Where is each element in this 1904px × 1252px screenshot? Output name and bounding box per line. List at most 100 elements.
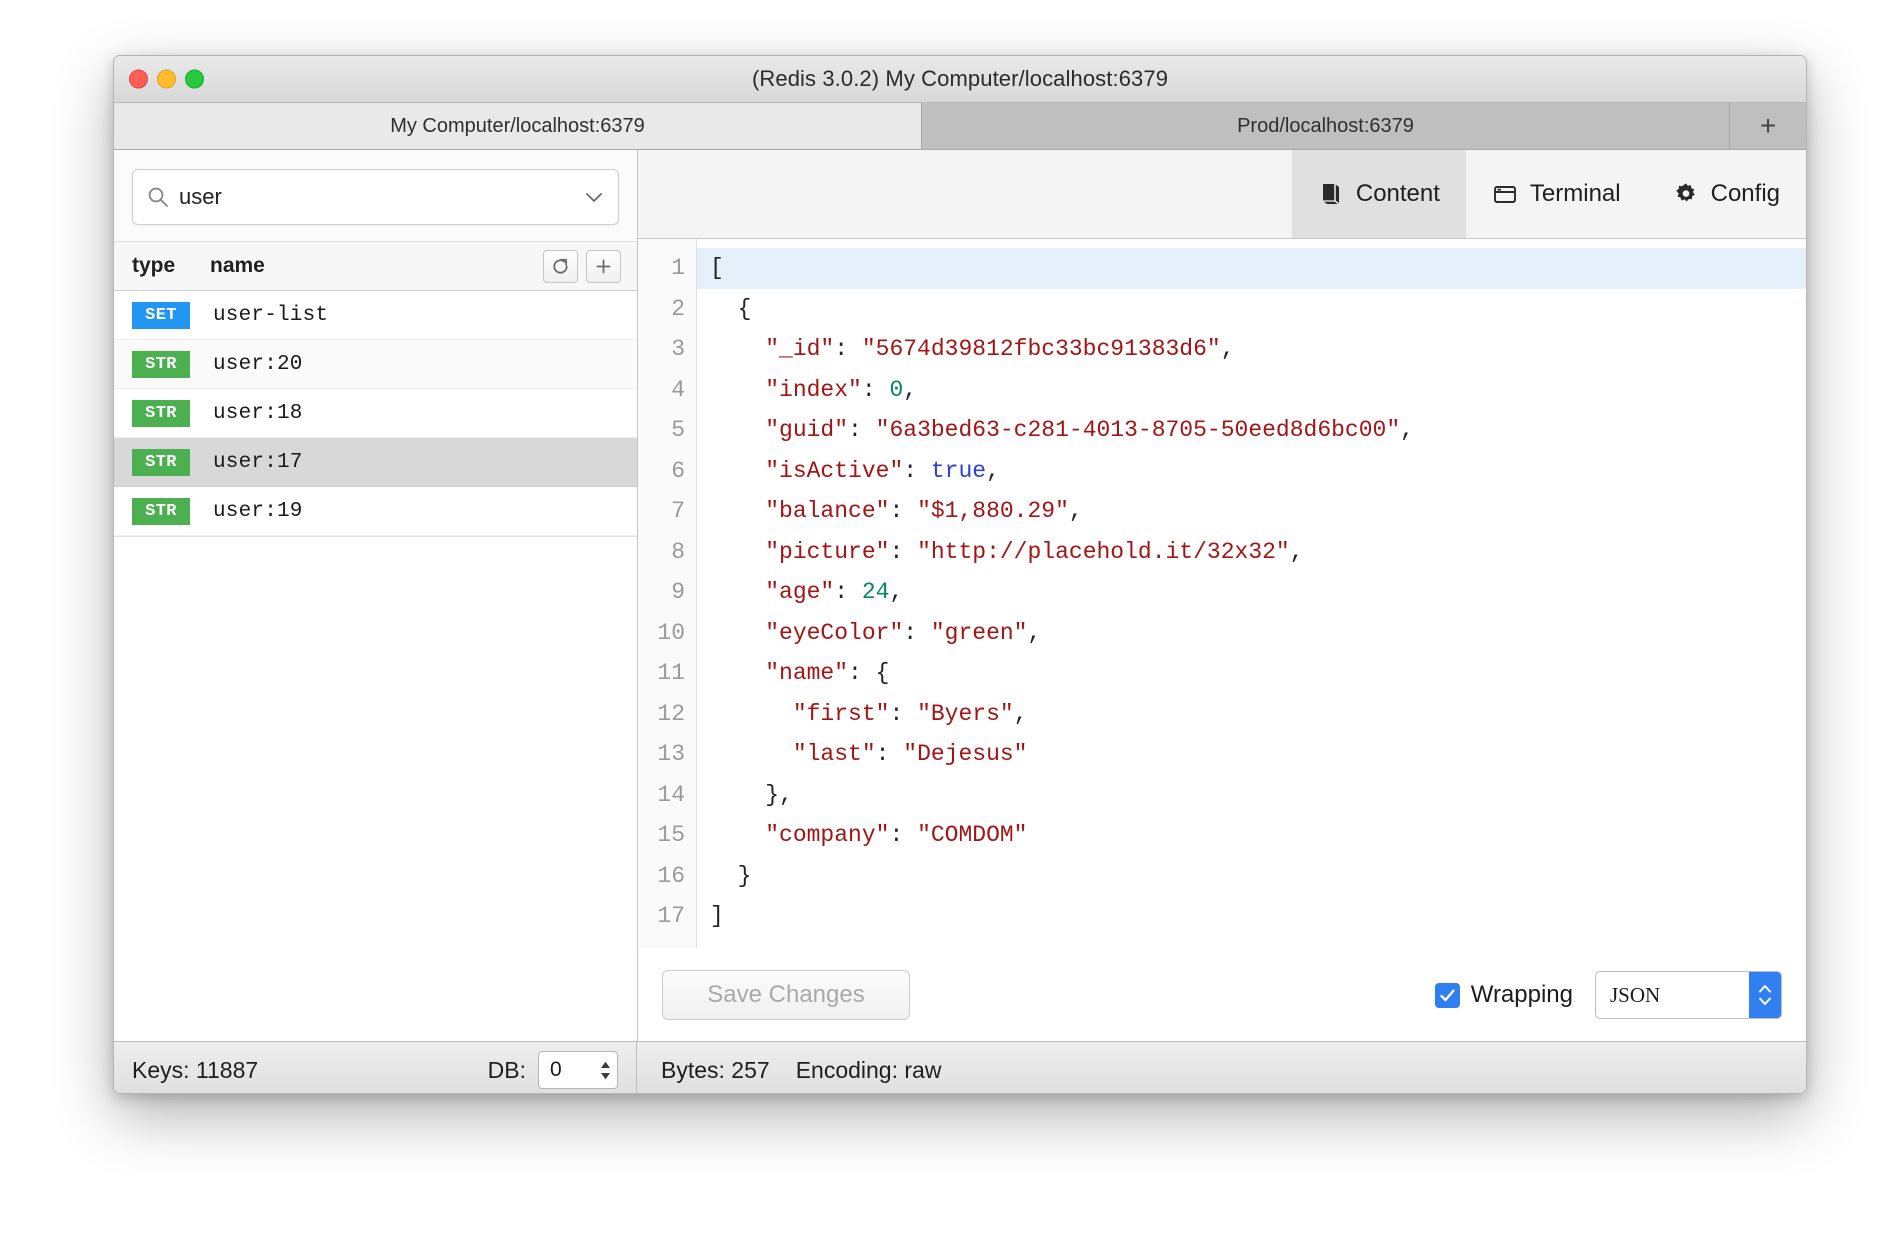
code-line[interactable]: "name": { bbox=[697, 653, 1806, 694]
code-content[interactable]: [ { "_id": "5674d39812fbc33bc91383d6", "… bbox=[697, 239, 1806, 948]
line-number: 6 bbox=[671, 457, 685, 484]
code-line[interactable]: }, bbox=[697, 775, 1806, 816]
window-title: (Redis 3.0.2) My Computer/localhost:6379 bbox=[751, 66, 1169, 91]
line-number: 8 bbox=[671, 538, 685, 565]
save-changes-button[interactable]: Save Changes bbox=[662, 970, 910, 1020]
tab-terminal[interactable]: Terminal bbox=[1466, 150, 1647, 238]
code-line[interactable]: { bbox=[697, 289, 1806, 330]
keys-list-toolbar bbox=[543, 249, 621, 283]
line-number: 4 bbox=[671, 376, 685, 403]
json-editor[interactable]: 1 2 3 4 5 6 7 8 9 10 11 12 13 14 15 16 1… bbox=[638, 239, 1806, 948]
chevron-down-icon[interactable] bbox=[584, 187, 604, 207]
code-line[interactable]: [ bbox=[697, 248, 1806, 289]
search-box[interactable]: user bbox=[132, 169, 619, 225]
column-header-name: name bbox=[210, 254, 265, 277]
db-select-value: 0 bbox=[550, 1058, 562, 1081]
plus-icon bbox=[596, 259, 611, 273]
table-row[interactable]: STR user:19 bbox=[114, 487, 637, 536]
code-line[interactable]: "_id": "5674d39812fbc33bc91383d6", bbox=[697, 329, 1806, 370]
status-bar-left: Keys: 11887 DB: 0 bbox=[114, 1042, 637, 1093]
chevron-down-icon bbox=[1759, 997, 1771, 1005]
code-line[interactable]: "last": "Dejesus" bbox=[697, 734, 1806, 775]
format-stepper[interactable] bbox=[1749, 972, 1781, 1018]
table-row-selected[interactable]: STR user:17 bbox=[114, 438, 637, 487]
app-root: (Redis 3.0.2) My Computer/localhost:6379… bbox=[0, 0, 1904, 1252]
line-number: 13 bbox=[657, 741, 685, 767]
add-connection-tab-button[interactable]: + bbox=[1730, 103, 1806, 149]
search-input[interactable]: user bbox=[179, 184, 584, 210]
key-name: user:17 bbox=[213, 450, 303, 474]
format-select[interactable]: JSON bbox=[1595, 971, 1782, 1019]
refresh-icon bbox=[553, 258, 568, 274]
status-bar-right: Bytes: 257 Encoding: raw bbox=[637, 1057, 1806, 1084]
caret-down-icon bbox=[600, 1072, 610, 1079]
line-number: 3 bbox=[671, 336, 685, 362]
line-number: 11 bbox=[657, 660, 685, 686]
keys-list-empty-area bbox=[114, 536, 637, 537]
keys-list[interactable]: SET user-list STR user:20 STR user:18 ST… bbox=[114, 291, 637, 1041]
code-line[interactable]: "eyeColor": "green", bbox=[697, 613, 1806, 654]
code-line[interactable]: "guid": "6a3bed63-c281-4013-8705-50eed8d… bbox=[697, 410, 1806, 451]
code-line[interactable]: ] bbox=[697, 896, 1806, 937]
maximize-button[interactable] bbox=[185, 69, 204, 89]
key-name: user-list bbox=[213, 303, 329, 327]
refresh-keys-button[interactable] bbox=[543, 249, 578, 283]
title-bar: (Redis 3.0.2) My Computer/localhost:6379 bbox=[114, 56, 1806, 103]
connection-tab-my-computer[interactable]: My Computer/localhost:6379 bbox=[114, 103, 922, 149]
close-button[interactable] bbox=[129, 69, 148, 89]
table-row[interactable]: SET user-list bbox=[114, 291, 637, 340]
code-line[interactable]: "isActive": true, bbox=[697, 451, 1806, 492]
detail-pane: Content Terminal Config 1 2 3 4 5 6 7 8 … bbox=[638, 150, 1806, 1041]
db-select[interactable]: 0 bbox=[538, 1051, 618, 1089]
gear-icon bbox=[1673, 181, 1699, 207]
caret-up-icon bbox=[600, 1061, 610, 1068]
status-badge: STR bbox=[132, 350, 190, 378]
connection-tab-label: My Computer/localhost:6379 bbox=[390, 114, 645, 137]
line-number: 9 bbox=[671, 579, 685, 605]
status-badge: SET bbox=[132, 301, 190, 329]
line-number: 14 bbox=[657, 781, 685, 808]
bytes-label: Bytes: 257 bbox=[661, 1056, 770, 1083]
line-number-gutter: 1 2 3 4 5 6 7 8 9 10 11 12 13 14 15 16 1… bbox=[638, 239, 697, 948]
tab-config[interactable]: Config bbox=[1647, 150, 1806, 238]
plus-icon: + bbox=[1759, 110, 1777, 141]
add-key-button[interactable] bbox=[586, 249, 621, 283]
search-icon bbox=[147, 186, 169, 208]
code-line[interactable]: } bbox=[697, 856, 1806, 897]
wrapping-checkbox[interactable] bbox=[1434, 982, 1460, 1008]
save-changes-label: Save Changes bbox=[707, 981, 865, 1008]
code-line[interactable]: "picture": "http://placehold.it/32x32", bbox=[697, 532, 1806, 573]
key-name: user:19 bbox=[213, 499, 303, 523]
wrapping-label: Wrapping bbox=[1470, 981, 1573, 1008]
status-badge: STR bbox=[132, 399, 190, 427]
window-icon bbox=[1492, 181, 1518, 207]
key-name: user:20 bbox=[213, 352, 303, 376]
db-label: DB: bbox=[487, 1056, 526, 1083]
connection-tab-prod[interactable]: Prod/localhost:6379 bbox=[922, 103, 1730, 149]
code-line[interactable]: "index": 0, bbox=[697, 370, 1806, 411]
status-bar: Keys: 11887 DB: 0 Bytes: 257 Encoding: r… bbox=[114, 1041, 1806, 1093]
code-line[interactable]: "company": "COMDOM" bbox=[697, 815, 1806, 856]
code-line[interactable]: "age": 24, bbox=[697, 572, 1806, 613]
keys-count-label: Keys: 11887 bbox=[132, 1056, 259, 1083]
wrapping-toggle-group[interactable]: Wrapping bbox=[1434, 981, 1573, 1009]
code-line[interactable]: "first": "Byers", bbox=[697, 694, 1806, 735]
keys-list-header: type name bbox=[114, 241, 637, 291]
editor-footer: Save Changes Wrapping JSON bbox=[638, 948, 1806, 1041]
db-stepper[interactable] bbox=[593, 1061, 617, 1080]
line-number: 1 bbox=[671, 255, 685, 281]
line-number: 7 bbox=[671, 498, 685, 524]
table-row[interactable]: STR user:20 bbox=[114, 340, 637, 389]
key-name: user:18 bbox=[213, 401, 303, 425]
code-line[interactable]: "balance": "$1,880.29", bbox=[697, 491, 1806, 532]
column-header-type: type bbox=[132, 254, 176, 277]
minimize-button[interactable] bbox=[157, 69, 176, 89]
book-icon bbox=[1318, 181, 1344, 207]
search-area: user bbox=[114, 150, 637, 241]
tab-label: Config bbox=[1710, 180, 1780, 207]
table-row[interactable]: STR user:18 bbox=[114, 389, 637, 438]
line-number: 2 bbox=[671, 295, 685, 322]
tab-content[interactable]: Content bbox=[1291, 150, 1466, 238]
encoding-label: Encoding: raw bbox=[795, 1056, 942, 1083]
line-number: 15 bbox=[657, 822, 685, 848]
